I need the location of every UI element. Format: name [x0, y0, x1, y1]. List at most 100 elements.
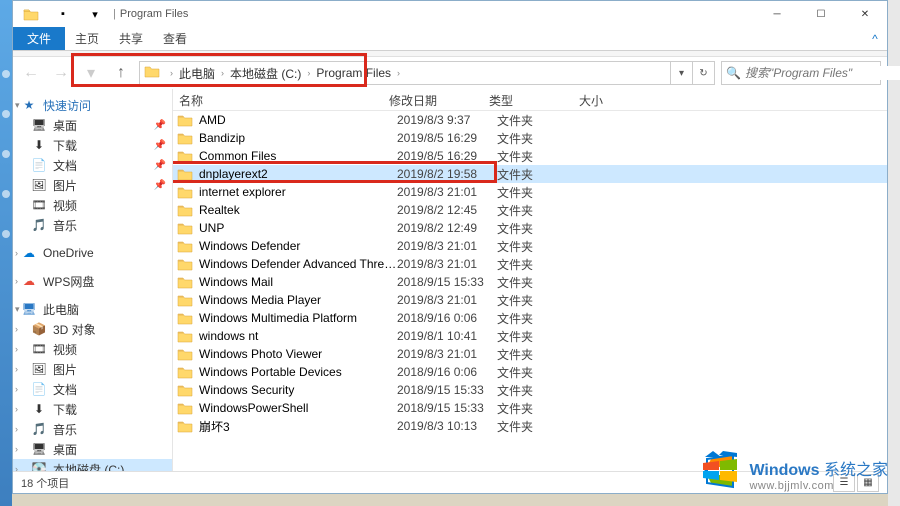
sidebar-item[interactable]: ›🖼图片	[13, 359, 172, 379]
folder-icon	[177, 419, 193, 433]
chevron-right-icon[interactable]: ›	[303, 68, 314, 78]
folder-icon	[177, 401, 193, 415]
chevron-right-icon[interactable]: ›	[393, 68, 404, 78]
recent-dropdown[interactable]: ▾	[79, 61, 103, 85]
sidebar-item[interactable]: 🎵音乐	[13, 215, 172, 235]
titlebar[interactable]: ▪ ▾ | Program Files ─ ☐ ✕	[13, 1, 887, 27]
file-type: 文件夹	[497, 418, 587, 435]
sidebar-onedrive[interactable]: ›☁OneDrive	[13, 243, 172, 263]
table-row[interactable]: Common Files2019/8/5 16:29文件夹	[173, 147, 887, 165]
close-button[interactable]: ✕	[843, 1, 887, 27]
table-row[interactable]: windows nt2019/8/1 10:41文件夹	[173, 327, 887, 345]
crumb-thispc[interactable]: 此电脑	[177, 65, 217, 82]
tab-file[interactable]: 文件	[13, 27, 65, 50]
sidebar-item[interactable]: 📄文档📌	[13, 155, 172, 175]
crumb-drive[interactable]: 本地磁盘 (C:)	[228, 65, 303, 82]
folder-icon	[177, 257, 193, 271]
folder-icon	[177, 113, 193, 127]
table-row[interactable]: Windows Defender2019/8/3 21:01文件夹	[173, 237, 887, 255]
file-date: 2019/8/3 10:13	[397, 419, 497, 433]
qat-props-icon[interactable]: ▪	[55, 6, 71, 22]
col-size[interactable]: 大小	[573, 89, 653, 110]
sidebar-item[interactable]: ›💽本地磁盘 (C:)	[13, 459, 172, 471]
file-name: Windows Media Player	[199, 293, 397, 307]
navigation-pane[interactable]: ▾★快速访问 🖥桌面📌⬇下载📌📄文档📌🖼图片📌🎞视频🎵音乐 ›☁OneDrive…	[13, 89, 173, 471]
sidebar-thispc[interactable]: ▾🖥此电脑	[13, 299, 172, 319]
item-icon: 🖥	[31, 441, 47, 457]
item-icon: 🎵	[31, 421, 47, 437]
file-date: 2018/9/16 0:06	[397, 365, 497, 379]
sidebar-item[interactable]: ›📦3D 对象	[13, 319, 172, 339]
table-row[interactable]: WindowsPowerShell2018/9/15 15:33文件夹	[173, 399, 887, 417]
sidebar-item[interactable]: 🖼图片📌	[13, 175, 172, 195]
table-row[interactable]: Windows Security2018/9/15 15:33文件夹	[173, 381, 887, 399]
folder-icon	[177, 131, 193, 145]
sidebar-quick-access[interactable]: ▾★快速访问	[13, 95, 172, 115]
table-row[interactable]: AMD2019/8/3 9:37文件夹	[173, 111, 887, 129]
folder-icon	[177, 149, 193, 163]
address-dropdown[interactable]: ▾	[670, 62, 692, 84]
sidebar-item-label: 文档	[53, 381, 77, 398]
table-row[interactable]: UNP2019/8/2 12:49文件夹	[173, 219, 887, 237]
external-sidebar	[0, 0, 12, 506]
file-date: 2019/8/5 16:29	[397, 131, 497, 145]
sidebar-item[interactable]: ›📄文档	[13, 379, 172, 399]
file-name: dnplayerext2	[199, 167, 397, 181]
search-input[interactable]	[745, 66, 900, 80]
file-name: Windows Portable Devices	[199, 365, 397, 379]
ribbon-help-icon[interactable]: ^	[863, 27, 887, 50]
file-type: 文件夹	[497, 220, 587, 237]
sidebar-item[interactable]: 🖥桌面📌	[13, 115, 172, 135]
table-row[interactable]: internet explorer2019/8/3 21:01文件夹	[173, 183, 887, 201]
tab-share[interactable]: 共享	[109, 27, 153, 50]
separator: |	[113, 8, 116, 20]
tab-view[interactable]: 查看	[153, 27, 197, 50]
sidebar-item[interactable]: ⬇下载📌	[13, 135, 172, 155]
column-headers[interactable]: 名称 修改日期 类型 大小	[173, 89, 887, 111]
file-list[interactable]: AMD2019/8/3 9:37文件夹Bandizip2019/8/5 16:2…	[173, 111, 887, 471]
file-type: 文件夹	[497, 112, 587, 129]
table-row[interactable]: Windows Media Player2019/8/3 21:01文件夹	[173, 291, 887, 309]
col-date[interactable]: 修改日期	[383, 89, 483, 110]
chevron-right-icon[interactable]: ›	[166, 68, 177, 78]
folder-icon	[177, 167, 193, 181]
maximize-button[interactable]: ☐	[799, 1, 843, 27]
sidebar-item[interactable]: ›⬇下载	[13, 399, 172, 419]
up-button[interactable]: ↑	[109, 61, 133, 85]
qat-dropdown-icon[interactable]: ▾	[87, 6, 103, 22]
table-row[interactable]: Bandizip2019/8/5 16:29文件夹	[173, 129, 887, 147]
folder-icon	[177, 383, 193, 397]
back-button[interactable]: ←	[19, 61, 43, 85]
table-row[interactable]: Windows Portable Devices2018/9/16 0:06文件…	[173, 363, 887, 381]
ribbon-tabs: 文件 主页 共享 查看 ^	[13, 27, 887, 51]
table-row[interactable]: Windows Mail2018/9/15 15:33文件夹	[173, 273, 887, 291]
table-row[interactable]: Realtek2019/8/2 12:45文件夹	[173, 201, 887, 219]
sidebar-item[interactable]: ›🎵音乐	[13, 419, 172, 439]
sidebar-item[interactable]: ›🎞视频	[13, 339, 172, 359]
refresh-button[interactable]: ↻	[692, 62, 714, 84]
file-date: 2019/8/3 21:01	[397, 185, 497, 199]
address-bar[interactable]: › 此电脑 › 本地磁盘 (C:) › Program Files › ▾ ↻	[139, 61, 715, 85]
file-name: AMD	[199, 113, 397, 127]
tab-home[interactable]: 主页	[65, 27, 109, 50]
file-type: 文件夹	[497, 364, 587, 381]
crumb-folder[interactable]: Program Files	[314, 66, 393, 80]
file-date: 2019/8/3 21:01	[397, 293, 497, 307]
sidebar-wps[interactable]: ›☁WPS网盘	[13, 271, 172, 291]
file-type: 文件夹	[497, 130, 587, 147]
table-row[interactable]: dnplayerext22019/8/2 19:58文件夹	[173, 165, 887, 183]
search-box[interactable]: 🔍	[721, 61, 881, 85]
item-icon: 📦	[31, 321, 47, 337]
table-row[interactable]: 崩坏32019/8/3 10:13文件夹	[173, 417, 887, 435]
minimize-button[interactable]: ─	[755, 1, 799, 27]
table-row[interactable]: Windows Defender Advanced Threat ...2019…	[173, 255, 887, 273]
col-type[interactable]: 类型	[483, 89, 573, 110]
sidebar-item[interactable]: ›🖥桌面	[13, 439, 172, 459]
chevron-right-icon[interactable]: ›	[217, 68, 228, 78]
col-name[interactable]: 名称	[173, 89, 383, 110]
table-row[interactable]: Windows Photo Viewer2019/8/3 21:01文件夹	[173, 345, 887, 363]
table-row[interactable]: Windows Multimedia Platform2018/9/16 0:0…	[173, 309, 887, 327]
sidebar-item[interactable]: 🎞视频	[13, 195, 172, 215]
forward-button[interactable]: →	[49, 61, 73, 85]
file-name: WindowsPowerShell	[199, 401, 397, 415]
